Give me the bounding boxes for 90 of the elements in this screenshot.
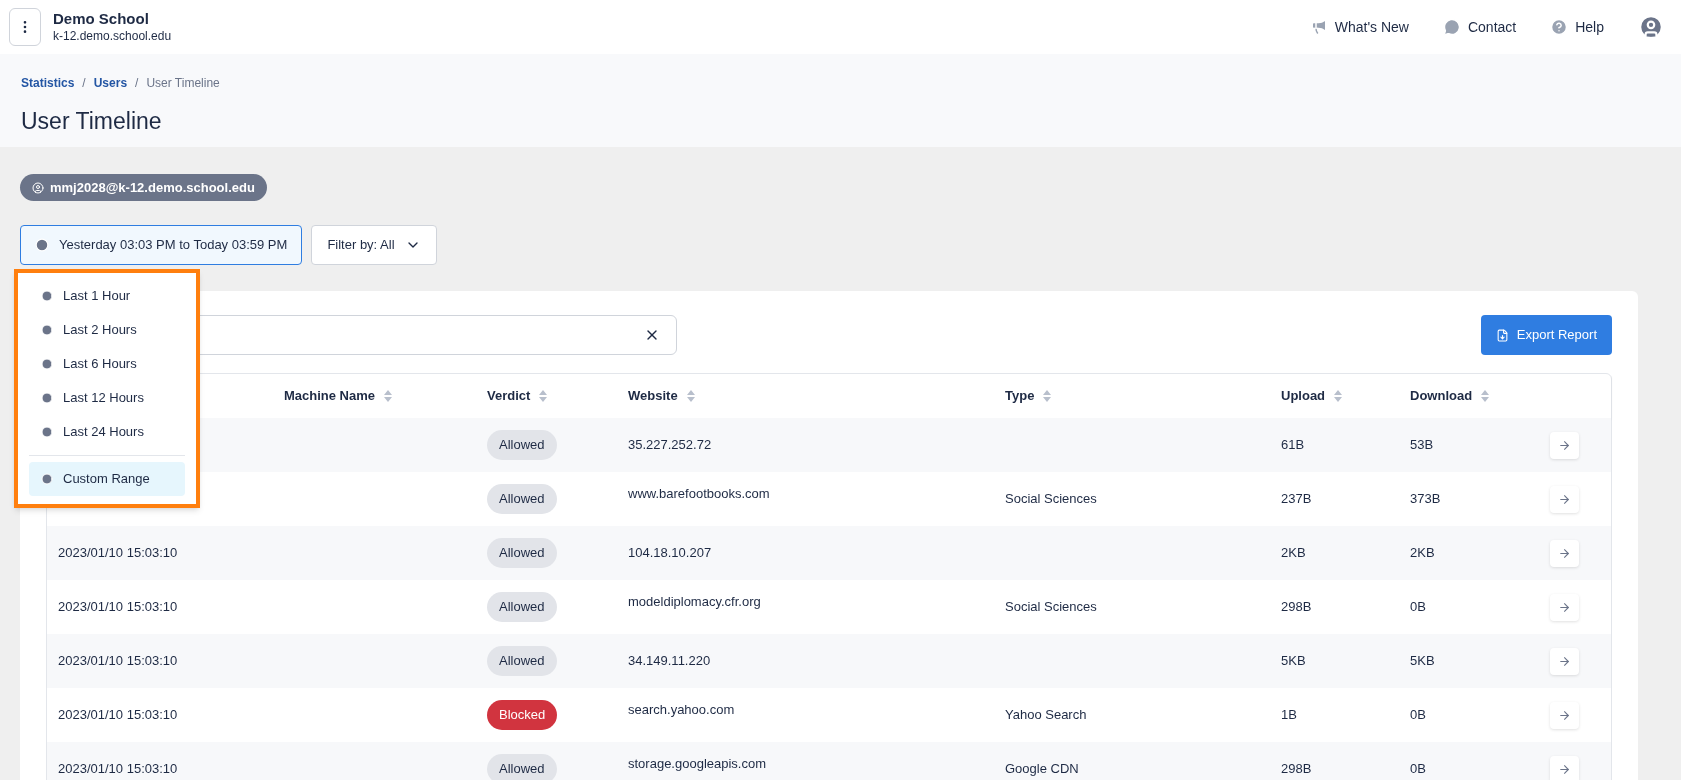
breadcrumb-separator: / bbox=[82, 75, 86, 92]
sort-icon[interactable] bbox=[1042, 389, 1053, 403]
range-option[interactable]: Last 24 Hours bbox=[29, 415, 185, 449]
breadcrumb-link[interactable]: Statistics bbox=[21, 74, 75, 92]
website-cell-text: 35.227.252.72 bbox=[628, 436, 713, 455]
org-domain: k-12.demo.school.edu bbox=[53, 28, 172, 44]
download-cell-text: 53B bbox=[1410, 436, 1435, 455]
sort-icon[interactable] bbox=[1333, 389, 1344, 403]
download-cell-text: 5KB bbox=[1410, 652, 1436, 671]
user-chip: mmj2028@k-12.demo.school.edu bbox=[20, 174, 267, 201]
verdict-badge: Allowed bbox=[487, 754, 557, 780]
sort-icon[interactable] bbox=[538, 389, 549, 403]
upload-cell-text: 298B bbox=[1281, 760, 1313, 779]
details-button[interactable] bbox=[1550, 485, 1579, 513]
range-option[interactable]: Last 1 Hour bbox=[29, 279, 185, 313]
website-cell-text: 104.18.10.207 bbox=[628, 544, 713, 563]
website-cell-text: 34.149.11.220 bbox=[628, 652, 712, 671]
range-option[interactable]: Custom Range bbox=[29, 462, 185, 496]
time-cell: 2023/01/10 15:03:10 bbox=[58, 707, 178, 723]
file-icon bbox=[1495, 328, 1509, 342]
help-icon bbox=[1550, 18, 1569, 36]
avatar-icon[interactable] bbox=[1638, 14, 1664, 40]
verdict-badge: Allowed bbox=[487, 592, 557, 622]
details-button[interactable] bbox=[1550, 593, 1579, 621]
column-header[interactable]: Machine Name bbox=[284, 386, 376, 406]
column-header[interactable]: Verdict bbox=[487, 386, 531, 406]
verdict-badge: Allowed bbox=[487, 484, 557, 514]
download-cell-text: 2KB bbox=[1410, 544, 1436, 563]
org-name: Demo School bbox=[53, 10, 150, 29]
verdict-badge: Allowed bbox=[487, 538, 557, 568]
range-option[interactable]: Last 6 Hours bbox=[29, 347, 185, 381]
user-icon bbox=[32, 181, 44, 194]
arrow-icon bbox=[1558, 762, 1571, 776]
website-cell-text: storage.googleapis.com bbox=[628, 755, 768, 773]
arrow-icon bbox=[1558, 438, 1571, 452]
details-button[interactable] bbox=[1550, 539, 1579, 567]
website-cell-text: modeldiplomacy.cfr.org bbox=[628, 593, 762, 611]
details-button[interactable] bbox=[1550, 647, 1579, 675]
download-cell-text: 0B bbox=[1410, 760, 1427, 779]
type-cell: Google CDN bbox=[1005, 761, 1079, 777]
download-cell-text: 0B bbox=[1410, 598, 1427, 617]
details-button[interactable] bbox=[1550, 431, 1579, 459]
type-cell: Social Sciences bbox=[1005, 491, 1097, 507]
time-cell: 2023/01/10 15:03:10 bbox=[58, 599, 178, 615]
upload-cell-text: 1B bbox=[1281, 706, 1298, 725]
chat-icon bbox=[1442, 18, 1461, 36]
verdict-badge: Allowed bbox=[487, 646, 557, 676]
top-link[interactable]: Contact bbox=[1442, 16, 1517, 38]
arrow-icon bbox=[1558, 546, 1571, 560]
column-header[interactable]: Download bbox=[1410, 386, 1473, 406]
upload-cell-text: 2KB bbox=[1281, 544, 1307, 563]
column-header[interactable]: Type bbox=[1005, 386, 1035, 406]
arrow-icon bbox=[1558, 708, 1571, 722]
column-header[interactable]: Upload bbox=[1281, 386, 1326, 406]
upload-cell-text: 61B bbox=[1281, 436, 1306, 455]
range-option[interactable]: Last 2 Hours bbox=[29, 313, 185, 347]
details-button[interactable] bbox=[1550, 701, 1579, 729]
download-cell-text: 373B bbox=[1410, 490, 1442, 509]
breadcrumb-link[interactable]: Users bbox=[93, 74, 128, 92]
page-title: User Timeline bbox=[21, 107, 163, 136]
details-button[interactable] bbox=[1550, 755, 1579, 780]
arrow-icon bbox=[1558, 600, 1571, 614]
upload-cell-text: 5KB bbox=[1281, 652, 1307, 671]
download-cell-text: 0B bbox=[1410, 706, 1427, 725]
breadcrumb-current: User Timeline bbox=[146, 75, 220, 92]
sort-icon[interactable] bbox=[383, 389, 394, 403]
upload-cell-text: 237B bbox=[1281, 490, 1313, 509]
upload-cell-text: 298B bbox=[1281, 598, 1313, 617]
column-header[interactable]: Website bbox=[628, 386, 678, 406]
breadcrumb-separator: / bbox=[135, 75, 139, 92]
verdict-badge: Blocked bbox=[487, 700, 558, 730]
time-cell: 2023/01/10 15:03:10 bbox=[58, 545, 178, 561]
website-cell-text: www.barefootbooks.com bbox=[628, 485, 771, 503]
arrow-icon bbox=[1558, 654, 1571, 668]
sort-icon[interactable] bbox=[685, 389, 696, 403]
top-link[interactable]: Help bbox=[1550, 16, 1604, 38]
time-cell: 2023/01/10 15:03:10 bbox=[58, 653, 178, 669]
filter-dropdown[interactable]: Filter by: All bbox=[311, 225, 437, 265]
type-cell: Yahoo Search bbox=[1005, 707, 1087, 723]
sort-icon[interactable] bbox=[1480, 389, 1491, 403]
verdict-badge: Allowed bbox=[487, 430, 557, 460]
range-option[interactable]: Last 12 Hours bbox=[29, 381, 185, 415]
website-cell-text: search.yahoo.com bbox=[628, 701, 736, 719]
top-link[interactable]: What's New bbox=[1309, 16, 1409, 38]
export-button[interactable]: Export Report bbox=[1480, 315, 1612, 355]
type-cell: Social Sciences bbox=[1005, 599, 1097, 615]
arrow-icon bbox=[1558, 492, 1571, 506]
date-range-button[interactable]: Yesterday 03:03 PM to Today 03:59 PM bbox=[20, 225, 303, 265]
menu-button[interactable] bbox=[9, 8, 41, 46]
time-cell: 2023/01/10 15:03:10 bbox=[58, 761, 178, 777]
